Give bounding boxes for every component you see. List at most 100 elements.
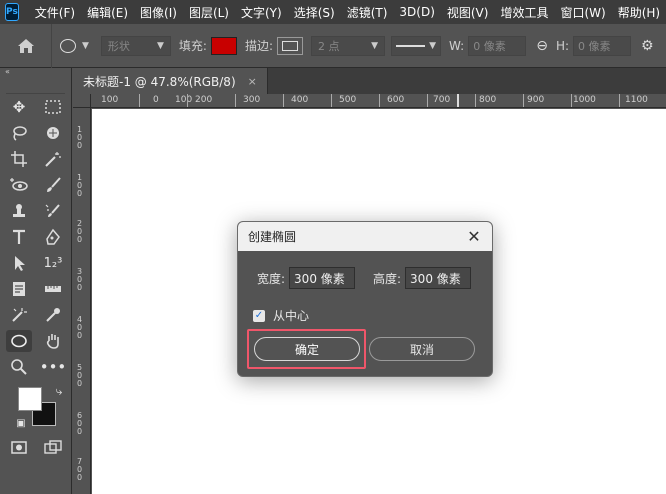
path-selection-tool-icon[interactable]	[6, 252, 32, 274]
ruler-label: 4 0 0	[77, 315, 83, 340]
ruler-label: 1 0 0	[77, 125, 83, 150]
ruler-label: 700	[433, 95, 451, 105]
height-label: H:	[555, 38, 570, 53]
home-button[interactable]	[0, 23, 52, 68]
menu-window[interactable]: 窗口(W)	[554, 0, 611, 24]
menu-plugins[interactable]: 增效工具	[494, 0, 554, 24]
panel-grip[interactable]	[6, 78, 65, 94]
dialog-height-label: 高度:	[373, 271, 402, 286]
menu-layer[interactable]: 图层(L)	[183, 0, 235, 24]
ok-button[interactable]: 确定	[254, 337, 360, 361]
ruler-label: 900	[527, 95, 545, 105]
document-tab[interactable]: 未标题-1 @ 47.8%(RGB/8) ×	[73, 68, 268, 94]
width-label: W:	[449, 38, 465, 53]
stroke-type-select[interactable]: ▼	[391, 35, 442, 56]
quick-mask-icon[interactable]	[6, 436, 32, 458]
note-tool-icon[interactable]	[6, 278, 32, 300]
object-selection-tool-icon[interactable]	[40, 122, 66, 144]
count-tool-icon[interactable]: 1₂³	[40, 252, 66, 274]
ruler-label: 3 0 0	[77, 267, 83, 292]
mode-select[interactable]: 形状 ▼	[100, 35, 171, 56]
history-brush-tool-icon[interactable]	[40, 200, 66, 222]
stroke-color-swatch[interactable]	[277, 36, 304, 55]
stroke-width-value: 2 点	[318, 39, 340, 53]
ruler-label: 5 0 0	[77, 363, 83, 388]
cancel-button[interactable]: 取消	[369, 337, 475, 361]
ruler-label: 6 0 0	[77, 411, 83, 436]
zoom-tool-icon[interactable]	[6, 356, 32, 378]
height-row: 高度: 300 像素	[373, 267, 472, 289]
chevron-down-icon: ▼	[371, 40, 379, 51]
stroke-line-preview	[396, 44, 426, 47]
ruler-tick	[571, 94, 572, 107]
menu-type[interactable]: 文字(Y)	[235, 0, 288, 24]
document-tab-bar: 未标题-1 @ 47.8%(RGB/8) ×	[73, 68, 666, 94]
ruler-tick	[379, 94, 380, 107]
pattern-tool-icon[interactable]	[6, 304, 32, 326]
gear-icon[interactable]: ⚙	[641, 38, 654, 54]
ruler-label: 300	[243, 95, 261, 105]
width-input[interactable]: 0 像素	[468, 35, 527, 56]
fill-color-swatch[interactable]	[210, 36, 237, 55]
vertical-ruler[interactable]: 1 0 0 1 0 0 2 0 0 3 0 0 4 0 0 5 0 0 6 0 …	[73, 108, 91, 494]
dialog-height-input[interactable]: 300 像素	[405, 267, 472, 289]
ruler-label: 0	[153, 95, 159, 105]
stroke-width-select[interactable]: 2 点 ▼	[311, 35, 386, 56]
ruler-tool-icon[interactable]	[40, 278, 66, 300]
menu-file[interactable]: 文件(F)	[29, 0, 81, 24]
menu-help[interactable]: 帮助(H)	[612, 0, 666, 24]
chevron-down-icon: ▼	[429, 40, 437, 51]
swap-colors-icon[interactable]: ⤷	[46, 380, 72, 402]
default-colors-icon[interactable]: ▣	[8, 412, 34, 434]
create-ellipse-dialog: 创建椭圆 ✕ 宽度: 300 像素 高度: 300 像素 ✓ 从中心 确定 取消	[237, 221, 493, 377]
menu-select[interactable]: 选择(S)	[288, 0, 341, 24]
menu-3d[interactable]: 3D(D)	[393, 0, 440, 24]
brush-tool-icon[interactable]	[40, 174, 66, 196]
screen-mode-icon[interactable]	[40, 436, 66, 458]
ruler-tick	[187, 94, 188, 107]
horizontal-ruler[interactable]: 100 0 100 200 300 400 500 600 700 800 90…	[91, 94, 666, 108]
ruler-tick	[235, 94, 236, 107]
ellipse-icon	[60, 38, 76, 53]
fill-label: 填充:	[178, 39, 207, 53]
ruler-label: 1100	[625, 95, 648, 105]
ellipse-tool-icon[interactable]	[6, 330, 32, 352]
menu-filter[interactable]: 滤镜(T)	[341, 0, 394, 24]
eye-sampler-tool-icon[interactable]	[6, 174, 32, 196]
menu-edit[interactable]: 编辑(E)	[81, 0, 134, 24]
close-icon[interactable]: ✕	[464, 227, 484, 246]
mode-select-value: 形状	[107, 39, 130, 53]
chevron-down-icon: ▼	[82, 40, 89, 51]
photoshop-logo-icon[interactable]: Ps	[5, 3, 19, 21]
marquee-tool-icon[interactable]	[40, 96, 66, 118]
ruler-tick	[523, 94, 524, 107]
ruler-label: 100	[175, 95, 193, 105]
dialog-width-input[interactable]: 300 像素	[289, 267, 356, 289]
ruler-label: 1 0 0	[77, 173, 83, 198]
foreground-color-swatch[interactable]	[18, 387, 42, 411]
link-icon[interactable]: ⊖	[536, 38, 548, 54]
ruler-tick	[331, 94, 332, 107]
menu-image[interactable]: 图像(I)	[134, 0, 183, 24]
from-center-row: ✓ 从中心	[253, 307, 309, 324]
height-input[interactable]: 0 像素	[573, 35, 632, 56]
ruler-label: 200	[195, 95, 213, 105]
width-row: 宽度: 300 像素	[257, 267, 356, 289]
close-icon[interactable]: ×	[248, 75, 257, 88]
crop-tool-icon[interactable]	[6, 148, 32, 170]
lasso-tool-icon[interactable]	[6, 122, 32, 144]
tool-preset-picker[interactable]: ▼	[60, 38, 89, 53]
magic-wand-tool-icon[interactable]	[40, 148, 66, 170]
ruler-corner[interactable]	[73, 94, 91, 108]
dialog-width-label: 宽度:	[257, 271, 286, 286]
stamp-tool-icon[interactable]	[6, 200, 32, 222]
from-center-checkbox[interactable]: ✓	[253, 309, 265, 322]
menu-view[interactable]: 视图(V)	[441, 0, 495, 24]
pen-tool-icon[interactable]	[40, 226, 66, 248]
hand-tool-icon[interactable]	[40, 330, 66, 352]
collapse-panel-icon[interactable]: «	[0, 68, 71, 78]
type-tool-icon[interactable]	[6, 226, 32, 248]
move-tool-icon[interactable]: ✥	[6, 96, 32, 118]
eyedropper-tool-icon[interactable]	[40, 304, 66, 326]
more-tools-icon[interactable]: •••	[40, 356, 67, 378]
